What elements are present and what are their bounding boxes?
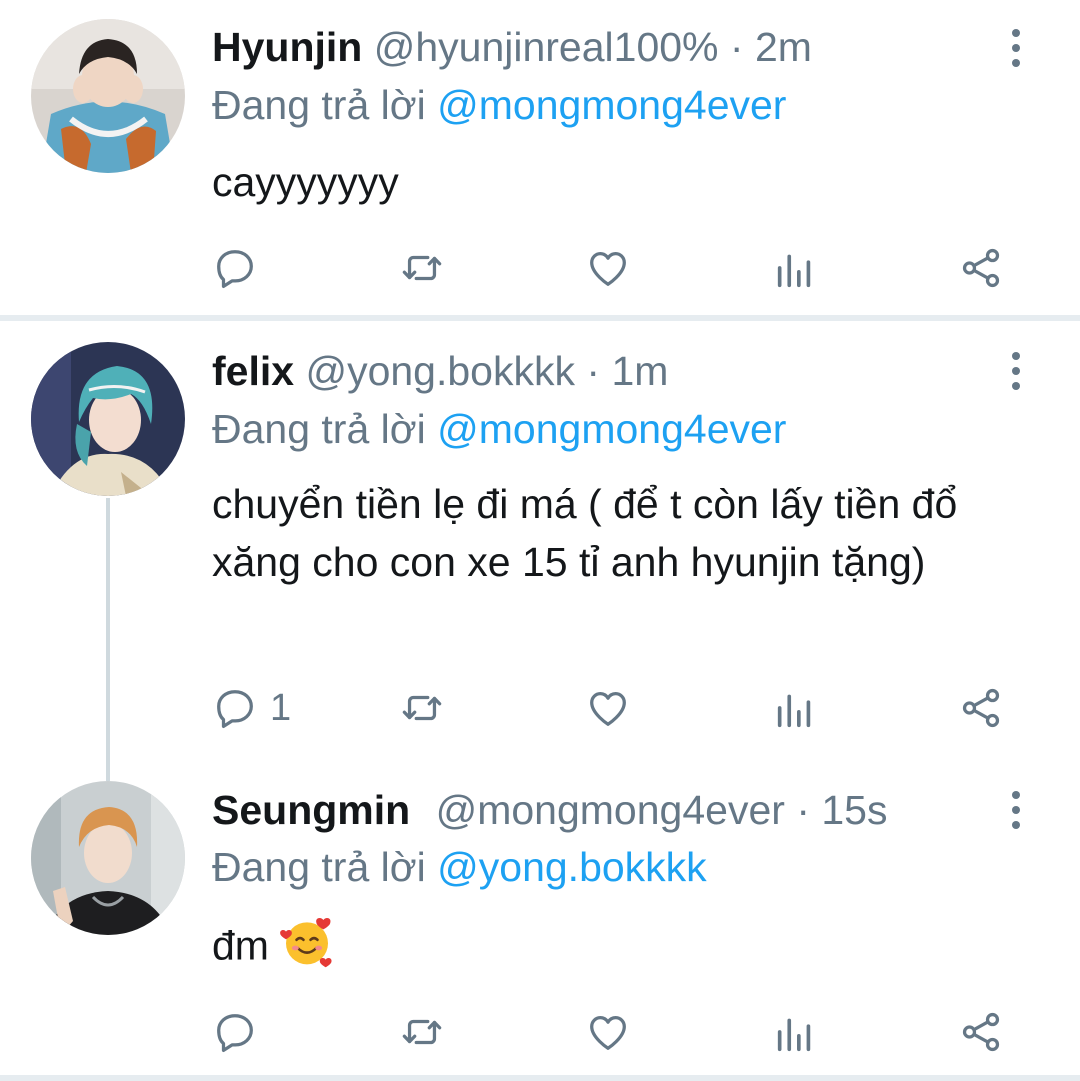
tweet-text: cayyyyyyy — [212, 159, 399, 205]
reply-prefix: Đang trả lời — [212, 844, 426, 890]
more-options-icon[interactable] — [1004, 791, 1028, 833]
like-button[interactable] — [585, 683, 631, 733]
reply-icon — [217, 250, 253, 289]
display-name[interactable]: Hyunjin — [212, 24, 362, 70]
share-icon — [962, 1012, 1000, 1052]
analytics-icon — [777, 694, 811, 728]
action-bar — [0, 1007, 1080, 1057]
reply-count: 1 — [270, 686, 292, 729]
mention-link[interactable]: @mongmong4ever — [437, 406, 786, 452]
thread-connector — [106, 498, 110, 781]
share-icon — [962, 248, 1000, 288]
tweet-header: felix @yong.bokkkk · 1m — [212, 347, 668, 395]
more-options-icon[interactable] — [1004, 29, 1028, 71]
tweet[interactable]: Hyunjin @hyunjinreal100% · 2m Đang trả l… — [0, 0, 1080, 315]
smiling-face-with-hearts-emoji — [279, 913, 335, 984]
timestamp[interactable]: 15s — [821, 787, 887, 833]
retweet-button[interactable] — [399, 683, 445, 733]
analytics-button[interactable] — [772, 243, 818, 293]
user-handle[interactable]: @yong.bokkkk — [305, 348, 575, 394]
reply-icon — [217, 690, 253, 729]
share-button[interactable] — [958, 243, 1004, 293]
avatar-photo — [31, 781, 185, 935]
display-name[interactable]: Seungmin — [212, 787, 410, 833]
retweet-icon — [402, 255, 442, 281]
tweet[interactable]: felix @yong.bokkkk · 1m Đang trả lời @mo… — [0, 321, 1080, 781]
analytics-icon — [777, 254, 811, 288]
reply-context: Đang trả lời @mongmong4ever — [212, 81, 786, 129]
retweet-button[interactable] — [399, 1007, 445, 1057]
avatar-photo — [31, 342, 185, 496]
share-button[interactable] — [958, 683, 1004, 733]
timestamp[interactable]: 2m — [755, 24, 812, 70]
avatar[interactable] — [31, 781, 185, 935]
separator: · — [586, 348, 601, 394]
user-handle[interactable]: @mongmong4ever — [436, 787, 785, 833]
analytics-icon — [777, 1018, 811, 1052]
action-bar: 1 — [0, 683, 1080, 733]
tweet-header: Hyunjin @hyunjinreal100% · 2m — [212, 23, 812, 71]
retweet-button[interactable] — [399, 243, 445, 293]
action-bar — [0, 243, 1080, 293]
reply-button[interactable]: 1 — [212, 683, 291, 733]
analytics-button[interactable] — [772, 1007, 818, 1057]
display-name[interactable]: felix — [212, 348, 294, 394]
timestamp[interactable]: 1m — [611, 348, 668, 394]
avatar[interactable] — [31, 342, 185, 496]
tweet[interactable]: Seungmin @mongmong4ever · 15s Đang trả l… — [0, 781, 1080, 1075]
like-button[interactable] — [585, 1007, 631, 1057]
avatar[interactable] — [31, 19, 185, 173]
mention-link[interactable]: @yong.bokkkk — [437, 844, 707, 890]
mention-link[interactable]: @mongmong4ever — [437, 82, 786, 128]
separator: · — [729, 24, 744, 70]
reply-context: Đang trả lời @yong.bokkkk — [212, 843, 707, 891]
tweet-text: đm — [212, 922, 269, 969]
reply-context: Đang trả lời @mongmong4ever — [212, 405, 786, 453]
retweet-icon — [402, 695, 442, 721]
like-icon — [590, 251, 626, 286]
like-icon — [590, 1015, 626, 1050]
avatar-photo — [31, 19, 185, 173]
user-handle[interactable]: @hyunjinreal100% — [374, 24, 719, 70]
reply-prefix: Đang trả lời — [212, 406, 426, 452]
share-button[interactable] — [958, 1007, 1004, 1057]
like-icon — [590, 691, 626, 726]
retweet-icon — [402, 1019, 442, 1045]
reply-button[interactable] — [212, 243, 270, 293]
reply-icon — [217, 1014, 253, 1053]
reply-button[interactable] — [212, 1007, 270, 1057]
separator: · — [796, 787, 810, 833]
tweet-header: Seungmin @mongmong4ever · 15s — [212, 786, 887, 834]
tweet-divider — [0, 1075, 1080, 1081]
tweet-text: chuyển tiền lẹ đi má ( để t còn lấy tiền… — [212, 481, 958, 585]
share-icon — [962, 688, 1000, 728]
analytics-button[interactable] — [772, 683, 818, 733]
like-button[interactable] — [585, 243, 631, 293]
tweet-body: đm — [212, 913, 1032, 984]
more-options-icon[interactable] — [1004, 352, 1028, 394]
reply-prefix: Đang trả lời — [212, 82, 426, 128]
